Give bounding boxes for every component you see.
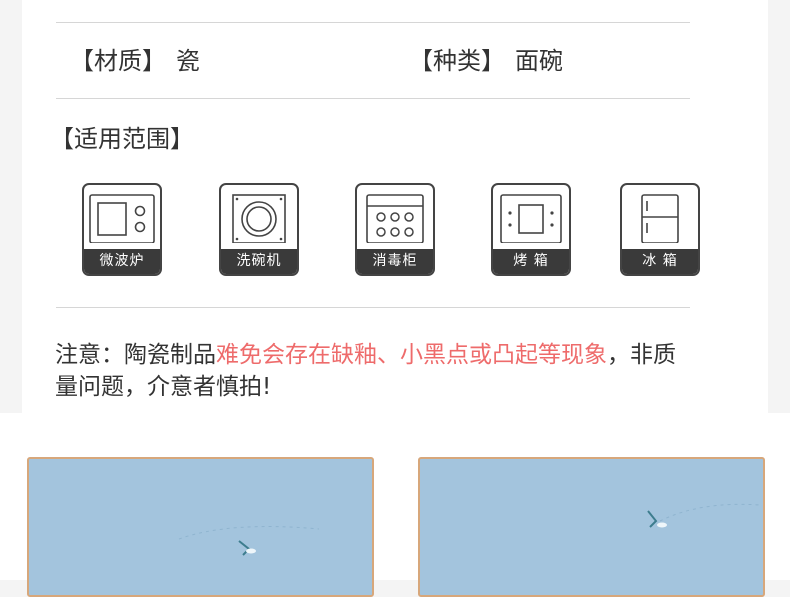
appliance-oven: 烤 箱 (491, 183, 571, 276)
notice-prefix: 注意：陶瓷制品 (55, 342, 216, 368)
divider-top (56, 22, 690, 23)
dishwasher-icon (232, 194, 286, 243)
appliance-microwave: 微波炉 (82, 183, 162, 276)
type-label: 【种类】 (409, 47, 505, 75)
product-photo-left (27, 457, 374, 597)
applicability-title: 【适用范围】 (50, 125, 194, 153)
notice-text: 注意：陶瓷制品难免会存在缺釉、小黑点或凸起等现象，非质量问题，介意者慎拍! (55, 339, 695, 403)
sterilizer-cabinet-icon (366, 194, 424, 243)
type-value: 面碗 (515, 47, 563, 75)
product-photo-right (418, 457, 765, 597)
appliance-label: 微波炉 (84, 249, 160, 274)
appliance-label: 烤 箱 (493, 249, 569, 274)
notice-highlight: 难免会存在缺釉、小黑点或凸起等现象 (216, 342, 607, 368)
divider-bottom (56, 307, 690, 308)
appliance-refrigerator: 冰 箱 (620, 183, 700, 276)
material-label: 【材质】 (70, 47, 166, 75)
bowl-surface-image (647, 503, 761, 528)
type-spec: 【种类】 面碗 (409, 46, 563, 76)
appliance-dishwasher: 洗碗机 (219, 183, 299, 276)
microwave-icon (89, 194, 155, 243)
appliance-label: 洗碗机 (221, 249, 297, 274)
appliance-label: 消毒柜 (357, 249, 433, 274)
material-spec: 【材质】瓷 (70, 46, 200, 76)
material-value: 瓷 (176, 47, 200, 75)
refrigerator-icon (641, 194, 679, 243)
oven-icon (500, 194, 562, 243)
bowl-surface-image (178, 526, 320, 556)
appliance-sterilizer: 消毒柜 (355, 183, 435, 276)
appliance-label: 冰 箱 (622, 249, 698, 274)
divider-middle (56, 98, 690, 99)
